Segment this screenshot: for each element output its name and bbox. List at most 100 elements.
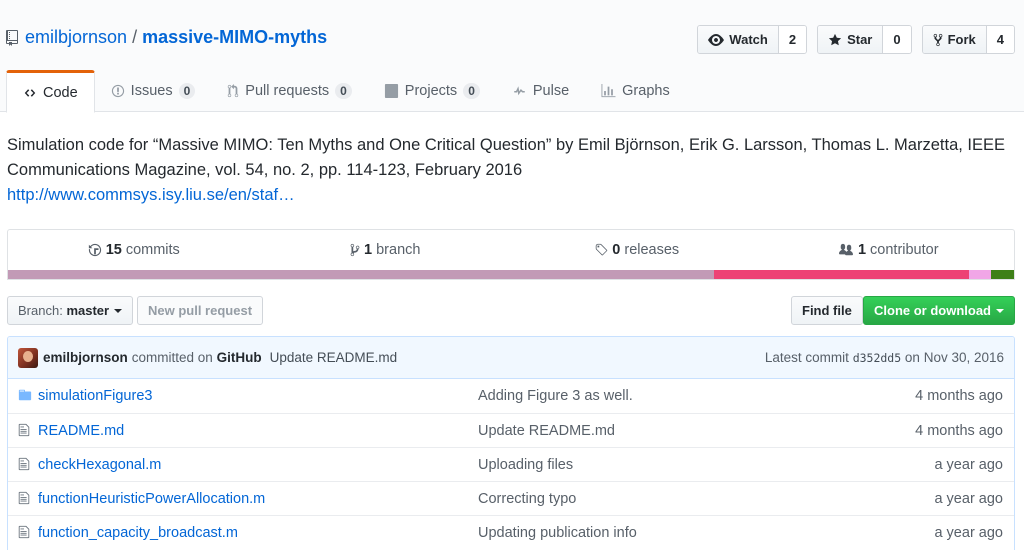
file-name-link[interactable]: functionHeuristicPowerAllocation.m <box>38 491 265 507</box>
commit-sha[interactable]: d352dd5 <box>853 351 901 365</box>
tab-code-label: Code <box>43 84 78 101</box>
tab-graphs-label: Graphs <box>622 83 670 99</box>
file-icon <box>18 525 30 543</box>
repo-header: emilbjornson / massive-MIMO-myths Watch … <box>0 0 1024 113</box>
repo-owner-link[interactable]: emilbjornson <box>25 27 127 48</box>
fork-count[interactable]: 4 <box>986 26 1014 53</box>
commit-action: committed on <box>131 350 213 365</box>
file-commit-age: a year ago <box>934 490 1003 507</box>
fork-icon <box>933 33 942 46</box>
releases-label: releases <box>624 242 680 258</box>
file-commit-message[interactable]: Correcting typo <box>478 491 576 507</box>
issue-icon <box>111 84 124 98</box>
tab-issues[interactable]: Issues 0 <box>95 70 212 112</box>
graph-icon <box>601 84 616 98</box>
file-icon <box>18 491 30 509</box>
repo-nav: Code Issues 0 Pull requests 0 Projects 0… <box>6 70 686 113</box>
fork-label: Fork <box>947 32 976 47</box>
file-name-link[interactable]: checkHexagonal.m <box>38 457 161 473</box>
commit-platform: GitHub <box>216 350 262 365</box>
folder-icon <box>18 388 32 406</box>
file-list: emilbjornson committed on GitHub Update … <box>7 336 1015 550</box>
commits-summary[interactable]: 15 commits <box>8 230 260 270</box>
file-icon <box>18 423 30 441</box>
file-name-link[interactable]: README.md <box>38 423 124 439</box>
fork-button[interactable]: Fork <box>922 26 987 53</box>
commit-date: on Nov 30, 2016 <box>904 350 1004 365</box>
clone-download-button[interactable]: Clone or download <box>863 296 1015 325</box>
file-commit-age: 4 months ago <box>915 388 1003 404</box>
watch-action: Watch 2 <box>697 25 808 54</box>
file-name-link[interactable]: function_capacity_broadcast.m <box>38 525 238 541</box>
contributors-label: contributor <box>870 242 939 258</box>
file-commit-message[interactable]: Update README.md <box>478 423 615 439</box>
branch-prefix: Branch: <box>18 303 63 318</box>
issues-counter: 0 <box>178 83 196 99</box>
language-segment <box>8 270 715 279</box>
file-navigation: Branch: master New pull request Find fil… <box>7 296 1015 326</box>
repo-description: Simulation code for “Massive MIMO: Ten M… <box>7 133 1007 208</box>
branch-select-button[interactable]: Branch: master <box>7 296 134 325</box>
star-label: Star <box>847 32 873 47</box>
table-row: function_capacity_broadcast.m Updating pu… <box>8 515 1014 549</box>
commit-message[interactable]: Update README.md <box>270 350 398 365</box>
language-segment <box>990 270 1014 279</box>
star-count[interactable]: 0 <box>883 26 911 53</box>
branch-name: master <box>66 303 110 318</box>
tab-projects-label: Projects <box>404 83 458 99</box>
repo-name-link[interactable]: massive-MIMO-myths <box>142 27 327 48</box>
commit-author[interactable]: emilbjornson <box>43 350 128 365</box>
caret-down-icon <box>996 308 1004 313</box>
language-segment <box>714 270 969 279</box>
star-button[interactable]: Star <box>818 26 884 53</box>
tab-projects[interactable]: Projects 0 <box>368 70 496 112</box>
people-icon <box>838 243 853 256</box>
file-icon <box>18 457 30 475</box>
project-icon <box>384 84 398 98</box>
fork-action: Fork 4 <box>921 25 1015 54</box>
tab-graphs[interactable]: Graphs <box>585 70 686 112</box>
history-icon <box>88 243 101 257</box>
contributors-count: 1 <box>857 242 867 258</box>
watch-label: Watch <box>729 32 768 47</box>
tab-pulse-label: Pulse <box>532 83 570 99</box>
table-row: checkHexagonal.m Uploading files a year ag… <box>8 447 1014 481</box>
branch-icon <box>350 243 360 257</box>
file-commit-age: 4 months ago <box>915 422 1003 439</box>
repo-actions: Watch 2 Star 0 Fork 4 <box>697 25 1015 54</box>
file-commit-message[interactable]: Adding Figure 3 as well. <box>478 388 633 404</box>
latest-commit-prefix: Latest commit <box>764 350 849 365</box>
branches-summary[interactable]: 1 branch <box>260 230 512 270</box>
contributors-summary[interactable]: 1 contributor <box>763 230 1015 270</box>
language-bar[interactable] <box>8 270 1014 279</box>
tab-issues-label: Issues <box>130 83 173 99</box>
language-segment <box>968 270 991 279</box>
watch-button[interactable]: Watch <box>698 26 779 53</box>
new-pull-request-button[interactable]: New pull request <box>137 296 264 325</box>
find-file-button[interactable]: Find file <box>791 296 863 325</box>
star-icon <box>828 33 842 45</box>
description-text: Simulation code for “Massive MIMO: Ten M… <box>7 136 1006 179</box>
latest-commit-info: Latest commit d352dd5 on Nov 30, 2016 <box>765 350 1004 365</box>
file-commit-message[interactable]: Updating publication info <box>478 525 637 541</box>
projects-counter: 0 <box>463 83 480 99</box>
website-link[interactable]: http://www.commsys.isy.liu.se/en/staf… <box>7 186 295 204</box>
pull-request-icon <box>228 84 239 98</box>
tab-pulse[interactable]: Pulse <box>496 70 585 112</box>
avatar[interactable] <box>18 347 38 368</box>
table-row: README.md Update README.md 4 months ago <box>8 413 1014 447</box>
branches-label: branch <box>376 242 421 258</box>
code-icon <box>24 88 36 97</box>
table-row: functionHeuristicPowerAllocation.m Correc… <box>8 481 1014 515</box>
file-name-link[interactable]: simulationFigure3 <box>38 388 152 404</box>
releases-summary[interactable]: 0 releases <box>511 230 763 270</box>
file-commit-message[interactable]: Uploading files <box>478 457 573 473</box>
tab-pull-requests-label: Pull requests <box>245 83 330 99</box>
branches-count: 1 <box>364 242 373 258</box>
tab-code[interactable]: Code <box>6 70 95 113</box>
caret-down-icon <box>114 308 123 313</box>
watch-count[interactable]: 2 <box>778 26 807 53</box>
star-action: Star 0 <box>817 25 912 54</box>
file-commit-age: a year ago <box>934 524 1003 541</box>
tab-pull-requests[interactable]: Pull requests 0 <box>211 70 368 112</box>
